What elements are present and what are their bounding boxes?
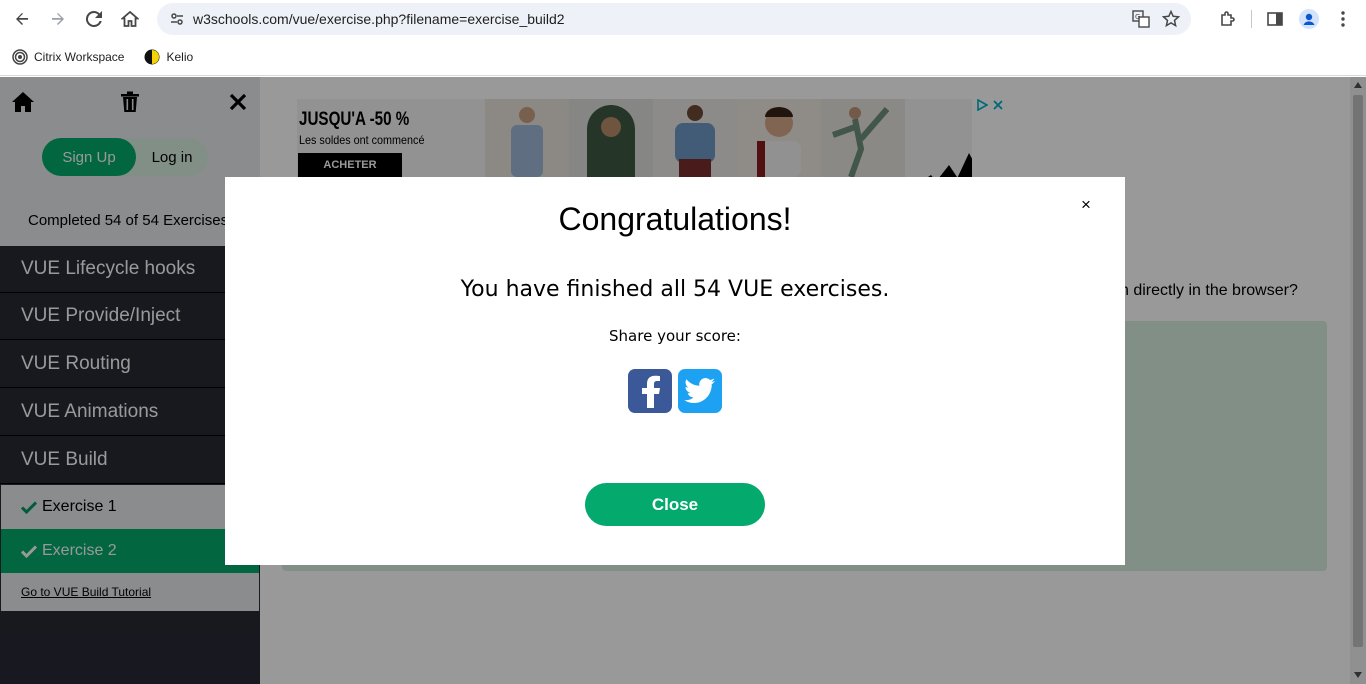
bookmark-label: Kelio <box>166 49 194 64</box>
svg-text:G: G <box>1135 13 1140 21</box>
bookmarks-bar: Citrix Workspace Kelio <box>0 38 1366 76</box>
browser-right-tools <box>1211 1 1360 37</box>
citrix-icon <box>12 48 28 65</box>
side-panel-button[interactable] <box>1258 1 1292 37</box>
modal-close-button[interactable]: Close <box>585 483 765 526</box>
reload-icon <box>86 11 102 27</box>
bookmark-star-icon[interactable] <box>1159 7 1183 31</box>
facebook-share-button[interactable] <box>628 369 672 413</box>
arrow-left-icon <box>16 13 28 25</box>
address-bar[interactable]: w3schools.com/vue/exercise.php?filename=… <box>157 3 1191 35</box>
back-button[interactable] <box>4 1 40 37</box>
translate-icon[interactable]: G <box>1129 7 1153 31</box>
share-buttons <box>628 369 722 413</box>
modal-message: You have finished all 54 VUE exercises. <box>460 277 890 302</box>
modal-title: Congratulations! <box>558 201 792 237</box>
twitter-share-button[interactable] <box>678 369 722 413</box>
site-info-icon[interactable] <box>167 9 187 29</box>
toolbar-separator <box>1251 10 1252 28</box>
bookmark-citrix[interactable]: Citrix Workspace <box>12 48 125 65</box>
profile-button[interactable] <box>1292 1 1326 37</box>
twitter-icon <box>684 378 715 403</box>
forward-button[interactable] <box>40 1 76 37</box>
kelio-icon <box>144 49 160 64</box>
share-label: Share your score: <box>609 327 741 345</box>
bookmark-label: Citrix Workspace <box>34 49 125 64</box>
extensions-button[interactable] <box>1211 1 1245 37</box>
home-icon <box>121 10 139 27</box>
congrats-modal: × Congratulations! You have finished all… <box>225 177 1125 565</box>
arrow-right-icon <box>52 13 64 25</box>
facebook-icon <box>642 375 660 408</box>
profile-avatar-icon <box>1299 9 1319 29</box>
reload-button[interactable] <box>76 1 112 37</box>
url-text[interactable]: w3schools.com/vue/exercise.php?filename=… <box>193 11 565 27</box>
browser-toolbar: w3schools.com/vue/exercise.php?filename=… <box>0 0 1366 38</box>
side-panel-icon <box>1267 12 1283 26</box>
puzzle-icon <box>1221 11 1235 26</box>
kebab-menu-icon <box>1341 11 1345 27</box>
bookmark-kelio[interactable]: Kelio <box>144 49 193 65</box>
home-button[interactable] <box>112 1 148 37</box>
menu-button[interactable] <box>1326 1 1360 37</box>
